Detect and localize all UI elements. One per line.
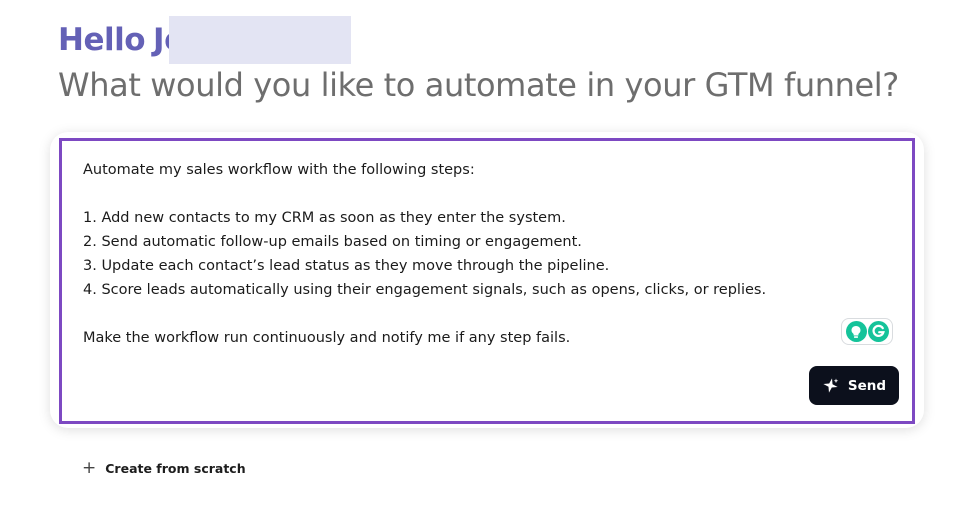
create-from-scratch-label: Create from scratch <box>105 460 246 476</box>
create-from-scratch-button[interactable]: + Create from scratch <box>82 457 246 479</box>
user-name: Jeffffffffe <box>153 16 352 64</box>
prompt-input[interactable]: Automate my sales workflow with the foll… <box>83 158 843 350</box>
name-redaction <box>169 16 352 64</box>
grammarly-icon[interactable] <box>867 321 889 342</box>
page: Hello Jeffffffffe ✌ What would you like … <box>0 0 970 513</box>
prompt-composer[interactable]: Automate my sales workflow with the foll… <box>59 138 915 424</box>
send-button[interactable]: Send <box>809 366 899 405</box>
greeting: Hello Jeffffffffe ✌ <box>58 16 352 64</box>
sparkle-icon <box>822 377 839 394</box>
plus-icon: + <box>82 457 97 478</box>
greeting-prefix: Hello <box>58 22 146 58</box>
page-subtitle: What would you like to automate in your … <box>58 66 899 104</box>
lightbulb-icon[interactable] <box>845 321 867 342</box>
send-label: Send <box>847 377 887 394</box>
writing-assistant-widget[interactable] <box>841 318 893 345</box>
